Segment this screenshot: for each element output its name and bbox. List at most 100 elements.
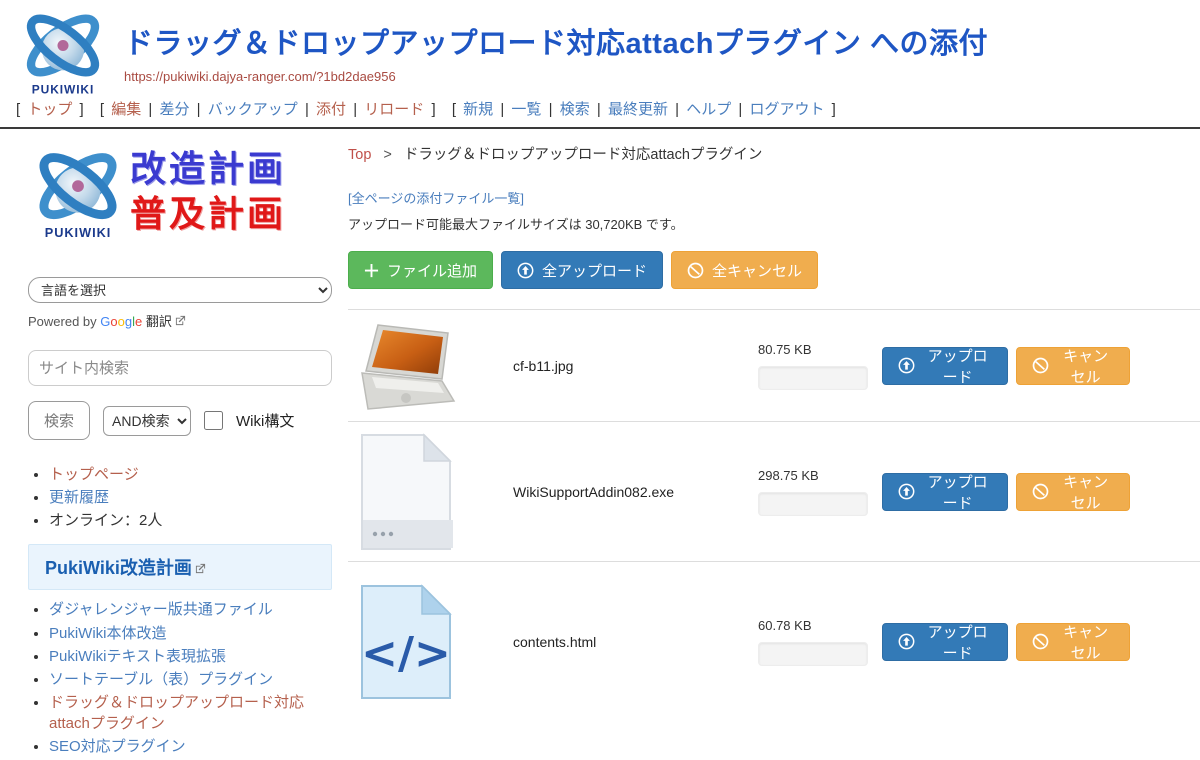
upload-button[interactable]: アップロード <box>882 347 1008 385</box>
pukiwiki-kaizou-link[interactable]: PukiWiki改造計画 <box>45 558 192 578</box>
max-upload-size-text: アップロード可能最大ファイルサイズは 30,720KB です。 <box>348 214 1200 233</box>
nav-logout[interactable]: ログアウト <box>749 101 824 118</box>
upload-circle-icon <box>898 483 915 500</box>
list-item: SEO対応プラグイン <box>49 737 332 757</box>
upload-progress-bar <box>758 642 868 666</box>
online-count: オンライン：2人 <box>49 510 332 532</box>
separator: | <box>738 101 742 118</box>
ban-icon <box>1032 633 1049 650</box>
cancel-all-button[interactable]: 全キャンセル <box>671 251 818 289</box>
sidebar-links-secondary: ダジャレンジャー版共通ファイル PukiWiki本体改造 PukiWikiテキス… <box>28 600 332 757</box>
bracket: [ <box>100 101 104 118</box>
upload-button[interactable]: アップロード <box>882 473 1008 511</box>
cancel-button[interactable]: キャンセル <box>1016 473 1130 511</box>
nav-list[interactable]: 一覧 <box>511 101 541 118</box>
page-title: ドラッグ＆ドロップアップロード対応attachプラグイン への添付 <box>124 20 1200 62</box>
separator: | <box>500 101 504 118</box>
upload-button[interactable]: アップロード <box>882 623 1008 661</box>
sidebar-item-dragdrop-attach[interactable]: ドラッグ＆ドロップアップロード対応attachプラグイン <box>49 694 304 731</box>
nav-new[interactable]: 新規 <box>463 101 493 118</box>
nav-attach[interactable]: 添付 <box>316 101 346 118</box>
separator: | <box>305 101 309 118</box>
file-size: 298.75 KB <box>758 468 868 483</box>
page-url-link[interactable]: https://pukiwiki.dajya-ranger.com/?1bd2d… <box>124 69 1200 84</box>
list-item: ダジャレンジャー版共通ファイル <box>49 600 332 620</box>
sidebar-item-sort-table[interactable]: ソートテーブル（表）プラグイン <box>49 671 273 688</box>
sidebar-item-core-mod[interactable]: PukiWiki本体改造 <box>49 625 167 642</box>
file-size: 60.78 KB <box>758 618 868 633</box>
nav-backup[interactable]: バックアップ <box>208 101 298 118</box>
bracket: [ <box>16 101 20 118</box>
nav-top[interactable]: トップ <box>27 101 72 118</box>
sidebar-item-update-history[interactable]: 更新履歴 <box>49 489 109 506</box>
breadcrumb-current-page: ドラッグ＆ドロップアップロード対応attachプラグイン <box>404 147 763 163</box>
upload-progress-bar <box>758 492 868 516</box>
bulk-actions: ファイル追加 全アップロード 全キャンセル <box>348 251 1200 289</box>
pukiwiki-logo-text: PUKIWIKI <box>45 225 112 240</box>
list-item: トップページ <box>49 464 332 486</box>
all-attachments-link[interactable]: [全ページの添付ファイル一覧] <box>348 188 524 207</box>
sidebar: PUKIWIKI 改造計画 普及計画 言語を選択 Powered by Goog… <box>0 129 346 760</box>
separator: | <box>197 101 201 118</box>
powered-by-google: Powered by Google 翻訳 <box>28 311 332 330</box>
separator: | <box>675 101 679 118</box>
search-button[interactable]: 検索 <box>28 401 90 440</box>
google-logo: Google <box>100 314 142 329</box>
file-name: cf-b11.jpg <box>513 358 758 374</box>
ban-icon <box>687 262 704 279</box>
nav-edit[interactable]: 編集 <box>111 101 141 118</box>
cancel-button[interactable]: キャンセル <box>1016 347 1130 385</box>
search-mode-select[interactable]: AND検索 <box>103 406 191 436</box>
bracket: [ <box>452 101 456 118</box>
upload-all-button[interactable]: 全アップロード <box>501 251 663 289</box>
bracket: ] <box>832 101 836 118</box>
file-size: 80.75 KB <box>758 342 868 357</box>
file-row: WikiSupportAddin082.exe 298.75 KB アップロード… <box>348 421 1200 561</box>
powered-by-label: Powered by <box>28 314 97 329</box>
pukiwiki-logo-icon[interactable]: PUKIWIKI <box>16 5 110 97</box>
sidebar-item-common-files[interactable]: ダジャレンジャー版共通ファイル <box>49 601 273 618</box>
bracket: ] <box>80 101 84 118</box>
sidebar-item-text-ext[interactable]: PukiWikiテキスト表現拡張 <box>49 648 226 665</box>
upload-circle-icon <box>517 262 534 279</box>
sidebar-item-seo-plugin[interactable]: SEO対応プラグイン <box>49 738 186 755</box>
main-content: Top > ドラッグ＆ドロップアップロード対応attachプラグイン [全ページ… <box>346 129 1200 721</box>
list-item: PukiWikiテキスト表現拡張 <box>49 647 332 667</box>
logo-fukyuu-keikaku: 普及計画 <box>130 192 286 237</box>
nav-diff[interactable]: 差分 <box>159 101 189 118</box>
file-name: WikiSupportAddin082.exe <box>513 484 758 500</box>
plus-icon <box>364 263 379 278</box>
breadcrumb: Top > ドラッグ＆ドロップアップロード対応attachプラグイン <box>348 143 1200 164</box>
file-row: </> contents.html 60.78 KB アップロード キャンセル <box>348 561 1200 721</box>
featured-site-box[interactable]: PukiWiki改造計画 <box>28 544 332 590</box>
external-link-icon <box>195 563 206 574</box>
sidebar-logo[interactable]: PUKIWIKI 改造計画 普及計画 <box>28 143 332 241</box>
site-search-input[interactable] <box>28 350 332 386</box>
cancel-button[interactable]: キャンセル <box>1016 623 1130 661</box>
breadcrumb-separator: > <box>383 147 391 163</box>
add-files-button[interactable]: ファイル追加 <box>348 251 493 289</box>
wiki-syntax-checkbox[interactable] <box>204 411 223 430</box>
nav-reload[interactable]: リロード <box>364 101 424 118</box>
language-select[interactable]: 言語を選択 <box>28 277 332 303</box>
logo-kaizou-keikaku: 改造計画 <box>130 147 286 192</box>
nav-search[interactable]: 検索 <box>560 101 590 118</box>
translate-link[interactable]: 翻訳 <box>146 314 172 329</box>
pukiwiki-logo-text: PUKIWIKI <box>32 82 94 96</box>
separator: | <box>597 101 601 118</box>
list-item: ドラッグ＆ドロップアップロード対応attachプラグイン <box>49 693 332 734</box>
upload-file-list: cf-b11.jpg 80.75 KB アップロード キャンセル <box>348 309 1200 721</box>
file-name: contents.html <box>513 634 758 650</box>
external-link-icon <box>175 315 186 326</box>
upload-circle-icon <box>898 633 915 650</box>
separator: | <box>549 101 553 118</box>
sidebar-item-top-page[interactable]: トップページ <box>49 466 139 483</box>
nav-help[interactable]: ヘルプ <box>686 101 731 118</box>
separator: | <box>353 101 357 118</box>
breadcrumb-top-link[interactable]: Top <box>348 147 371 163</box>
top-navbar: [ トップ ] [ 編集 | 差分 | バックアップ | 添付 | リロード ]… <box>0 96 1200 129</box>
nav-recent[interactable]: 最終更新 <box>608 101 668 118</box>
pukiwiki-atom-icon: PUKIWIKI <box>28 143 128 241</box>
image-thumbnail-laptop <box>358 321 458 411</box>
upload-circle-icon <box>898 357 915 374</box>
